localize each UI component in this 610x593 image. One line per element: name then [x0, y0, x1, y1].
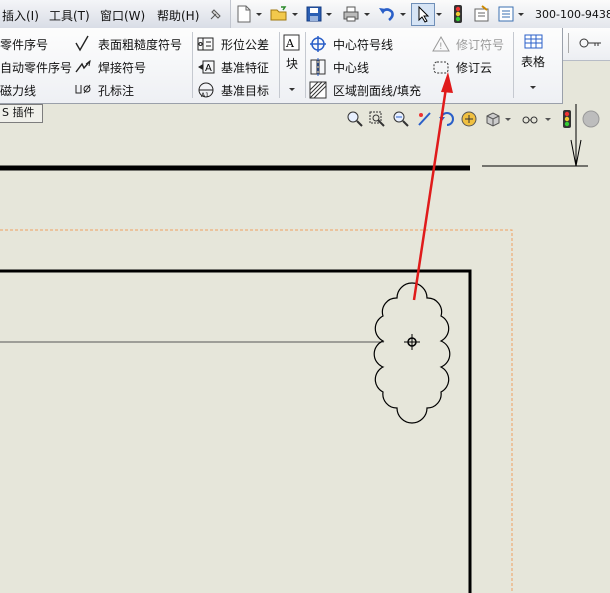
red-callout-arrow [412, 72, 453, 301]
revision-cloud[interactable] [373, 282, 451, 424]
sheet-margin-dashed [0, 229, 513, 593]
drawing-border [0, 269, 472, 593]
center-point-marker [404, 334, 420, 350]
drawing-sheet[interactable] [0, 0, 610, 593]
